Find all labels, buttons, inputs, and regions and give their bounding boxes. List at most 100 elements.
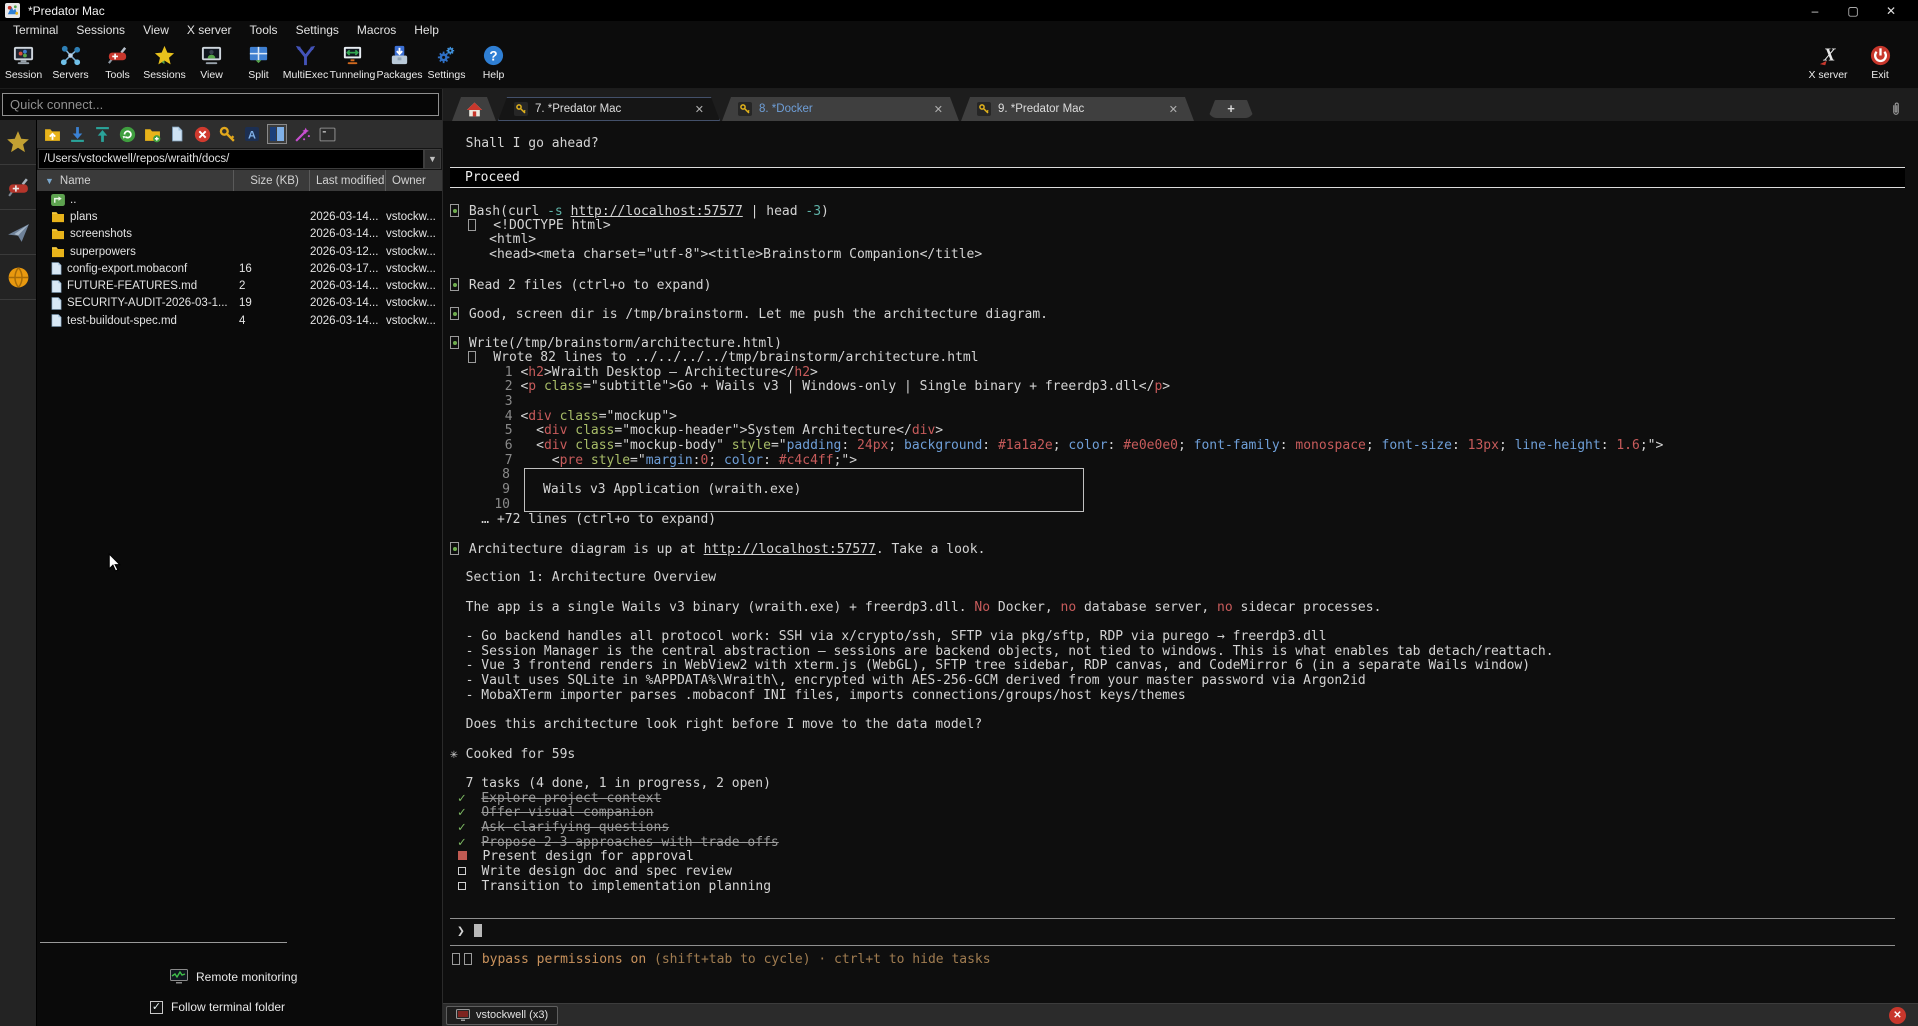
follow-terminal-folder[interactable]: ✓ Follow terminal folder: [150, 1000, 285, 1014]
tool-result-icon: [450, 336, 459, 349]
maximize-button[interactable]: ▢: [1834, 1, 1872, 21]
file-toolbar-wand-button[interactable]: [292, 124, 312, 144]
file-row-superpowers[interactable]: superpowers2026-03-12...vstockw...: [37, 243, 442, 260]
toolbar-tools-button[interactable]: Tools: [94, 40, 141, 81]
menu-settings[interactable]: Settings: [287, 21, 348, 40]
file-toolbar-delete-button[interactable]: [192, 124, 212, 144]
file-row-[interactable]: ..: [37, 191, 442, 208]
column-header-size-kb[interactable]: Size (KB): [234, 170, 310, 191]
toolbar-servers-button[interactable]: Servers: [47, 40, 94, 81]
tab-7-predator-mac[interactable]: 7. *Predator Mac✕: [498, 97, 720, 121]
toolbar-x-server-button[interactable]: XX server: [1802, 40, 1854, 81]
sidebar-resizer[interactable]: [40, 942, 287, 943]
prompt-chevron: ❯: [457, 924, 465, 939]
terminal-icon: [319, 126, 336, 143]
file-row-test-buildout-spec-md[interactable]: test-buildout-spec.md42026-03-14...vstoc…: [37, 312, 442, 329]
file-toolbar-upload-button[interactable]: [92, 124, 112, 144]
delete-icon: [194, 126, 211, 143]
toolbar-multiexec-button[interactable]: MultiExec: [282, 40, 329, 81]
toolbar-view-button[interactable]: View: [188, 40, 235, 81]
toolbar-split-button[interactable]: Split: [235, 40, 282, 81]
close-button[interactable]: ✕: [1872, 1, 1910, 21]
tab-close-icon[interactable]: ✕: [920, 103, 943, 116]
column-header-last-modified[interactable]: Last modified: [310, 170, 386, 191]
line-numbers: 8 9 10: [450, 468, 510, 512]
split-icon: [247, 42, 270, 68]
strip-network-globe[interactable]: [0, 255, 36, 300]
terminal-line: ✳ Cooked for 59s: [450, 748, 1905, 763]
column-header-owner[interactable]: Owner: [386, 170, 442, 191]
tab-close-icon[interactable]: ✕: [681, 103, 704, 116]
knife-icon: [106, 42, 129, 68]
file-row-config-export-mobaconf[interactable]: config-export.mobaconf162026-03-17...vst…: [37, 260, 442, 277]
toolbar-help-button[interactable]: ?Help: [470, 40, 517, 81]
terminal-line: Good, screen dir is /tmp/brainstorm. Let…: [450, 307, 1905, 322]
strip-macros-plane[interactable]: [0, 210, 36, 255]
terminal-prompt-input[interactable]: ❯: [450, 918, 1895, 946]
file-toolbar-refresh-button[interactable]: [117, 124, 137, 144]
terminal-line: - Go backend handles all protocol work: …: [450, 630, 1905, 645]
toolbar-sessions-button[interactable]: Sessions: [141, 40, 188, 81]
selected-option-proceed[interactable]: Proceed: [450, 167, 1905, 188]
paperclip-icon[interactable]: [1890, 101, 1902, 117]
open-task-icon: [458, 882, 466, 890]
follow-terminal-folder-label: Follow terminal folder: [171, 1000, 285, 1014]
toolbar-settings-button[interactable]: Settings: [423, 40, 470, 81]
menu-macros[interactable]: Macros: [348, 21, 405, 40]
toolbar-exit-button[interactable]: Exit: [1854, 40, 1906, 81]
path-bar: /Users/vstockwell/repos/wraith/docs/ ▼: [37, 148, 442, 170]
terminal-line: 7 <pre style="margin:0; color: #c4c4ff;"…: [450, 454, 1905, 469]
file-row-screenshots[interactable]: screenshots2026-03-14...vstockw...: [37, 226, 442, 243]
path-dropdown-button[interactable]: ▼: [424, 149, 441, 169]
file-toolbar-panel-toggle-button[interactable]: [267, 124, 287, 144]
menu-tools[interactable]: Tools: [241, 21, 287, 40]
file-row-future-features-md[interactable]: FUTURE-FEATURES.md22026-03-14...vstockw.…: [37, 277, 442, 294]
toolbar-packages-button[interactable]: Packages: [376, 40, 423, 81]
strip-sessions-star[interactable]: [0, 120, 36, 165]
column-header-name[interactable]: ▼Name: [37, 170, 234, 191]
tab-8-docker[interactable]: 8. *Docker✕: [722, 97, 959, 121]
menu-terminal[interactable]: Terminal: [4, 21, 67, 40]
terminal-cursor: [474, 924, 482, 937]
file-size: 19: [234, 297, 310, 309]
follow-terminal-folder-checkbox[interactable]: ✓: [150, 1001, 163, 1014]
file-toolbar-download-button[interactable]: [67, 124, 87, 144]
file-owner: vstockw...: [386, 263, 442, 275]
menu-help[interactable]: Help: [405, 21, 448, 40]
file-browser: A /Users/vstockwell/repos/wraith/docs/ ▼…: [37, 120, 442, 1026]
file-row-plans[interactable]: plans2026-03-14...vstockw...: [37, 208, 442, 225]
session-tab-vstockwell[interactable]: vstockwell (x3): [446, 1006, 558, 1025]
minimize-button[interactable]: –: [1796, 1, 1834, 21]
toolbar-right-group: XX serverExit: [1802, 40, 1906, 81]
file-toolbar-new-folder-button[interactable]: [142, 124, 162, 144]
key-icon: [219, 126, 236, 143]
path-input[interactable]: /Users/vstockwell/repos/wraith/docs/: [38, 149, 424, 169]
tab-9-predator-mac[interactable]: 9. *Predator Mac✕: [961, 97, 1194, 121]
file-toolbar-font-button[interactable]: A: [242, 124, 262, 144]
toolbar-session-button[interactable]: Session: [0, 40, 47, 81]
terminal-line: Architecture diagram is up at http://loc…: [450, 542, 1905, 557]
toolbar-tunneling-button[interactable]: Tunneling: [329, 40, 376, 81]
file-toolbar-new-file-button[interactable]: [167, 124, 187, 144]
quick-connect-input[interactable]: Quick connect...: [2, 93, 439, 116]
file-name: superpowers: [70, 246, 136, 258]
menu-sessions[interactable]: Sessions: [67, 21, 134, 40]
file-row-security-audit-2026-03-1[interactable]: SECURITY-AUDIT-2026-03-1...192026-03-14.…: [37, 295, 442, 312]
remote-monitoring[interactable]: Remote monitoring: [170, 969, 297, 984]
tool-result-icon: [450, 307, 459, 320]
menu-view[interactable]: View: [134, 21, 178, 40]
terminal-output[interactable]: Shall I go ahead?Proceed Bash(curl -s ht…: [443, 121, 1918, 1003]
tab-home[interactable]: [452, 97, 496, 121]
close-session-button[interactable]: ✕: [1889, 1007, 1906, 1024]
strip-tools-knife[interactable]: [0, 165, 36, 210]
file-toolbar-folder-up-button[interactable]: [42, 124, 62, 144]
tool-result-icon: [450, 278, 459, 291]
menu-x-server[interactable]: X server: [178, 21, 241, 40]
tab-close-icon[interactable]: ✕: [1155, 103, 1178, 116]
column-label: Size (KB): [250, 175, 299, 187]
file-name: ..: [70, 194, 76, 206]
new-folder-icon: [144, 126, 161, 143]
file-toolbar-terminal-button[interactable]: [317, 124, 337, 144]
new-tab-button[interactable]: +: [1208, 100, 1254, 118]
file-toolbar-key-button[interactable]: [217, 124, 237, 144]
